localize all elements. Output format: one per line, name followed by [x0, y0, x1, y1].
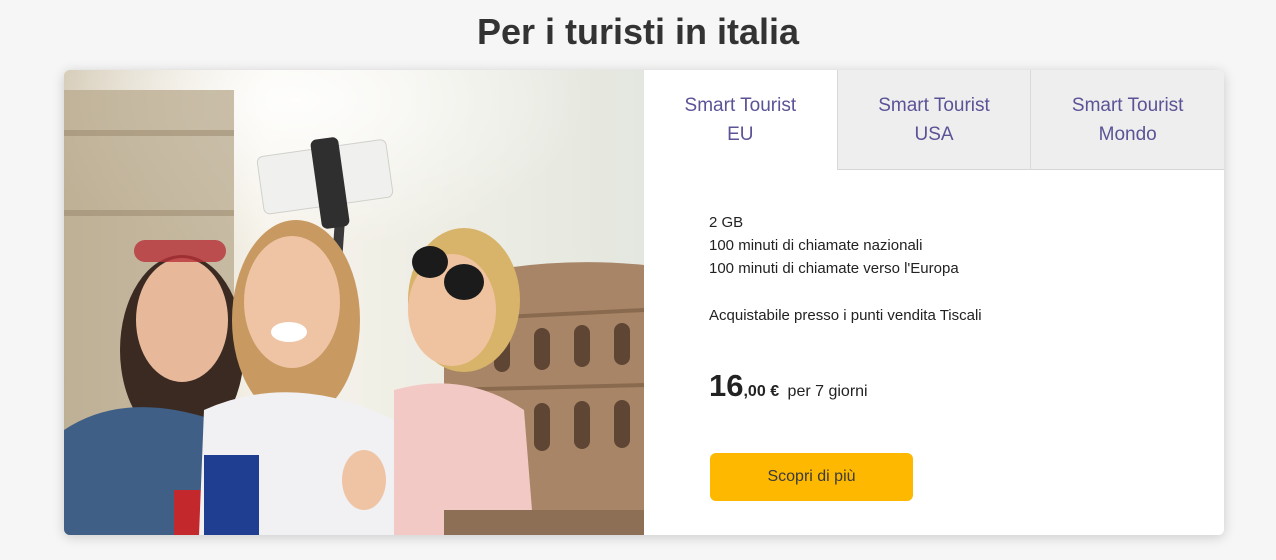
offer-card: Smart Tourist EU Smart Tourist USA Smart…: [64, 70, 1224, 535]
hero-image: [64, 70, 644, 535]
feature-europe-calls: 100 minuti di chiamate verso l'Europa: [709, 260, 959, 277]
tab-smart-tourist-mondo[interactable]: Smart Tourist Mondo: [1030, 70, 1224, 170]
feature-list: 2 GB 100 minuti di chiamate nazionali 10…: [709, 211, 959, 280]
plan-tabs: Smart Tourist EU Smart Tourist USA Smart…: [644, 70, 1224, 170]
discover-more-button[interactable]: Scopri di più: [710, 453, 913, 501]
offer-panel: Smart Tourist EU Smart Tourist USA Smart…: [644, 70, 1224, 535]
price-decimal: ,00: [743, 383, 766, 400]
feature-national-calls: 100 minuti di chiamate nazionali: [709, 237, 923, 254]
price-period: per 7 giorni: [787, 383, 868, 400]
availability-note: Acquistabile presso i punti vendita Tisc…: [709, 307, 982, 324]
price-integer: 16: [709, 368, 744, 403]
tab-smart-tourist-usa[interactable]: Smart Tourist USA: [836, 70, 1031, 170]
page: Per i turisti in italia Smart Tourist EU…: [0, 0, 1276, 560]
price: 16,00 € per 7 giorni: [709, 368, 868, 404]
price-currency: €: [770, 383, 780, 400]
page-title: Per i turisti in italia: [476, 11, 800, 52]
feature-data: 2 GB: [709, 214, 744, 231]
tab-smart-tourist-eu[interactable]: Smart Tourist EU: [644, 70, 837, 170]
